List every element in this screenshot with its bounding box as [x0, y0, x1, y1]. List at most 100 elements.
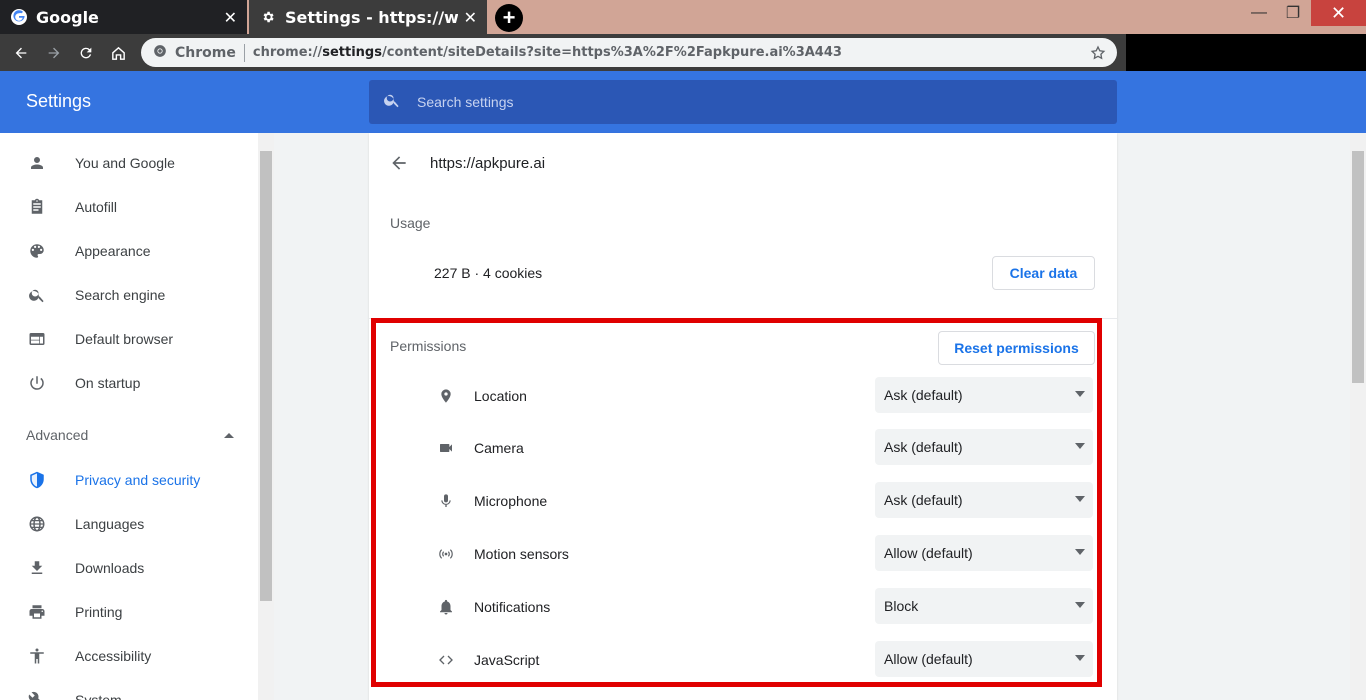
- sidebar-item-label: Default browser: [75, 331, 174, 347]
- bell-icon: [435, 596, 457, 618]
- sidebar-item-label: Privacy and security: [75, 472, 201, 488]
- sidebar-item-on-startup[interactable]: On startup: [0, 361, 258, 405]
- omnibox-url[interactable]: chrome://settings/content/siteDetails?si…: [253, 45, 1085, 60]
- gear-icon: [259, 8, 277, 26]
- motion-sensors-select[interactable]: Allow (default): [875, 535, 1093, 571]
- close-icon[interactable]: ✕: [464, 8, 477, 27]
- sidebar-item-default-browser[interactable]: Default browser: [0, 317, 258, 361]
- clipboard-icon: [26, 196, 48, 218]
- sidebar-item-printing[interactable]: Printing: [0, 590, 258, 634]
- sidebar-item-label: Downloads: [75, 560, 145, 576]
- sidebar-item-appearance[interactable]: Appearance: [0, 229, 258, 273]
- sidebar-item-label: System: [75, 692, 122, 700]
- sidebar-advanced-toggle[interactable]: Advanced: [0, 415, 258, 455]
- sidebar-item-search-engine[interactable]: Search engine: [0, 273, 258, 317]
- permission-row-notifications: Notifications Block: [369, 582, 1117, 635]
- sidebar-item-languages[interactable]: Languages: [0, 502, 258, 546]
- usage-heading: Usage: [390, 215, 431, 231]
- wrench-icon: [26, 689, 48, 700]
- camera-select[interactable]: Ask (default): [875, 429, 1093, 465]
- dropdown-arrow-icon: [1075, 496, 1085, 502]
- permission-name: JavaScript: [474, 652, 540, 668]
- code-icon: [435, 649, 457, 671]
- permission-name: Notifications: [474, 599, 551, 615]
- site-header: https://apkpure.ai: [369, 133, 1117, 193]
- sidebar-item-system[interactable]: System: [0, 678, 258, 700]
- forward-arrow-icon[interactable]: [41, 40, 67, 66]
- sidebar: You and Google Autofill Appearance Searc…: [0, 133, 258, 700]
- maximize-icon[interactable]: ❐: [1276, 0, 1310, 26]
- permission-row-microphone: Microphone Ask (default): [369, 476, 1117, 529]
- javascript-select[interactable]: Allow (default): [875, 641, 1093, 677]
- permission-row-location: Location Ask (default): [369, 371, 1117, 424]
- sidebar-item-accessibility[interactable]: Accessibility: [0, 634, 258, 678]
- browser-icon: [26, 328, 48, 350]
- globe-icon: [26, 513, 48, 535]
- scrollbar-thumb[interactable]: [260, 151, 272, 601]
- tab-title: Google: [36, 7, 99, 27]
- permission-row-javascript: JavaScript Allow (default): [369, 635, 1117, 688]
- dropdown-arrow-icon: [1075, 391, 1085, 397]
- shield-icon: [26, 469, 48, 491]
- permission-name: Camera: [474, 440, 524, 456]
- sidebar-item-label: Autofill: [75, 199, 118, 215]
- download-icon: [26, 557, 48, 579]
- address-bar[interactable]: Chrome chrome://settings/content/siteDet…: [141, 38, 1117, 67]
- notifications-select[interactable]: Block: [875, 588, 1093, 624]
- google-icon: [10, 8, 28, 26]
- sidebar-item-label: Accessibility: [75, 648, 152, 664]
- sidebar-item-downloads[interactable]: Downloads: [0, 546, 258, 590]
- location-pin-icon: [435, 385, 457, 407]
- bookmark-star-icon[interactable]: [1085, 44, 1111, 61]
- dropdown-arrow-icon: [1075, 602, 1085, 608]
- omnibox-divider: [243, 43, 245, 62]
- section-divider: [369, 318, 1117, 319]
- reload-icon[interactable]: [73, 40, 99, 66]
- dropdown-arrow-icon: [1075, 549, 1085, 555]
- power-icon: [26, 372, 48, 394]
- sidebar-item-label: Search engine: [75, 287, 166, 303]
- tab-google[interactable]: Google ✕: [0, 0, 247, 34]
- chevron-up-icon: [224, 428, 234, 446]
- sidebar-item-autofill[interactable]: Autofill: [0, 185, 258, 229]
- printer-icon: [26, 601, 48, 623]
- page-title: Settings: [26, 91, 92, 111]
- location-select[interactable]: Ask (default): [875, 377, 1093, 413]
- permission-name: Motion sensors: [474, 546, 569, 562]
- minimize-icon[interactable]: —: [1242, 0, 1276, 26]
- search-input[interactable]: Search settings: [369, 80, 1117, 124]
- close-icon[interactable]: ✕: [224, 8, 237, 27]
- settings-header: Settings Search settings: [0, 71, 1366, 133]
- sidebar-item-label: On startup: [75, 375, 141, 391]
- sidebar-item-label: Languages: [75, 516, 145, 532]
- back-arrow-icon[interactable]: [8, 40, 34, 66]
- page-scrollbar[interactable]: [1350, 133, 1366, 700]
- clear-data-button[interactable]: Clear data: [992, 256, 1095, 290]
- back-arrow-icon[interactable]: [389, 153, 409, 178]
- home-icon[interactable]: [105, 40, 131, 66]
- microphone-icon: [435, 490, 457, 512]
- chrome-logo-icon: [153, 44, 167, 62]
- search-icon: [26, 284, 48, 306]
- person-icon: [26, 152, 48, 174]
- new-tab-button[interactable]: +: [495, 4, 523, 32]
- window-close-icon[interactable]: ✕: [1311, 0, 1366, 26]
- search-placeholder: Search settings: [417, 94, 514, 110]
- sidebar-advanced-label: Advanced: [26, 427, 89, 443]
- tab-title: Settings - https://www.: [285, 7, 458, 27]
- tab-settings[interactable]: Settings - https://www. ✕: [249, 0, 487, 34]
- sidebar-scrollbar[interactable]: [258, 133, 274, 700]
- sidebar-item-privacy-and-security[interactable]: Privacy and security: [0, 458, 258, 502]
- permission-row-camera: Camera Ask (default): [369, 423, 1117, 476]
- sidebar-item-you-and-google[interactable]: You and Google: [0, 141, 258, 185]
- dropdown-arrow-icon: [1075, 443, 1085, 449]
- reset-permissions-button[interactable]: Reset permissions: [938, 331, 1095, 365]
- sidebar-item-label: Appearance: [75, 243, 151, 259]
- camera-icon: [435, 437, 457, 459]
- site-url: https://apkpure.ai: [430, 155, 546, 172]
- search-icon: [383, 91, 401, 114]
- site-details-card: https://apkpure.ai Usage 227 B · 4 cooki…: [369, 133, 1117, 700]
- scrollbar-thumb[interactable]: [1352, 151, 1364, 383]
- microphone-select[interactable]: Ask (default): [875, 482, 1093, 518]
- sidebar-item-label: You and Google: [75, 155, 175, 171]
